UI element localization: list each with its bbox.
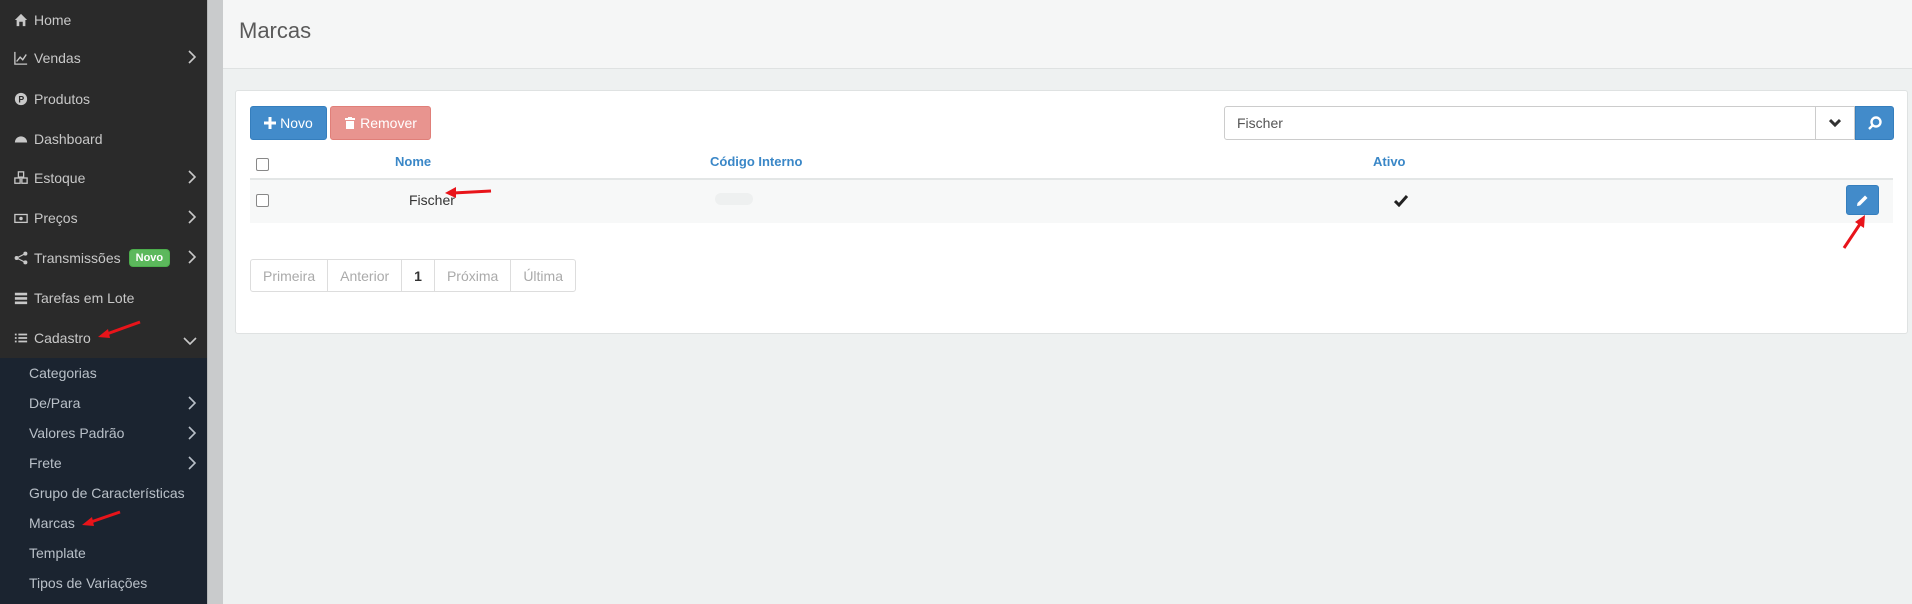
- sidebar-item-transmissoes[interactable]: Transmissões Novo: [0, 238, 207, 278]
- chevron-right-icon: [187, 250, 197, 264]
- cubes-icon: [13, 170, 29, 186]
- sidebar-item-vendas[interactable]: Vendas: [0, 38, 207, 78]
- edit-button[interactable]: [1846, 185, 1879, 215]
- submenu-item-categorias[interactable]: Categorias: [0, 358, 207, 388]
- submenu-item-grupo-de-caracteristicas[interactable]: Grupo de Características: [0, 478, 207, 508]
- sidebar-item-label: Estoque: [34, 170, 86, 186]
- trash-icon: [345, 117, 356, 129]
- pagination-last[interactable]: Última: [510, 259, 576, 292]
- pagination: Primeira Anterior 1 Próxima Última: [250, 259, 576, 292]
- submenu-item-label: Template: [29, 545, 86, 561]
- submenu-item-valores-padrao[interactable]: Valores Padrão: [0, 418, 207, 448]
- sidebar-item-label: Vendas: [34, 50, 81, 66]
- sidebar-item-dashboard[interactable]: Dashboard: [0, 119, 207, 159]
- chevron-right-icon: [187, 170, 197, 184]
- submenu-item-de-para[interactable]: De/Para: [0, 388, 207, 418]
- sidebar-scrollbar[interactable]: [207, 0, 223, 604]
- check-icon: [1393, 194, 1409, 208]
- annotation-arrow-marcas: [82, 510, 121, 526]
- submenu-item-label: Marcas: [29, 515, 75, 531]
- search-button[interactable]: [1855, 106, 1894, 140]
- sidebar-item-tarefas-em-lote[interactable]: Tarefas em Lote: [0, 278, 207, 318]
- annotation-arrow-cadastro: [98, 320, 141, 338]
- pagination-previous[interactable]: Anterior: [327, 259, 403, 292]
- pagination-first[interactable]: Primeira: [250, 259, 329, 292]
- submenu-item-label: Categorias: [29, 365, 97, 381]
- plus-icon: [264, 117, 277, 129]
- svg-text:P: P: [18, 95, 24, 105]
- submenu-item-label: De/Para: [29, 395, 81, 411]
- submenu-item-template[interactable]: Template: [0, 538, 207, 568]
- pagination-next[interactable]: Próxima: [433, 259, 512, 292]
- submenu-item-label: Tipos de Variações: [29, 575, 148, 591]
- sidebar-item-label: Tarefas em Lote: [34, 290, 135, 306]
- list-icon: [13, 330, 29, 346]
- chevron-down-icon: [183, 333, 197, 346]
- search-input[interactable]: [1224, 106, 1817, 140]
- annotation-arrow-edit: [1842, 215, 1865, 249]
- sidebar-item-precos[interactable]: Preços: [0, 198, 207, 238]
- sidebar-item-produtos[interactable]: P Produtos: [0, 79, 207, 119]
- search-options-dropdown[interactable]: [1815, 106, 1855, 140]
- column-header-ativo[interactable]: Ativo: [1373, 154, 1406, 169]
- new-button[interactable]: Novo: [250, 106, 327, 140]
- chevron-right-icon: [187, 210, 197, 224]
- chevron-right-icon: [187, 396, 197, 410]
- home-icon: [13, 12, 29, 28]
- chevron-right-icon: [187, 50, 197, 64]
- page-title: Marcas: [239, 18, 312, 43]
- sidebar-item-label: Dashboard: [34, 131, 103, 147]
- column-header-nome[interactable]: Nome: [395, 154, 431, 169]
- money-icon: [13, 210, 29, 226]
- column-header-codigo-interno[interactable]: Código Interno: [710, 154, 802, 169]
- row-checkbox[interactable]: [256, 194, 269, 207]
- pencil-icon: [1857, 195, 1868, 206]
- select-all-checkbox[interactable]: [256, 158, 269, 171]
- sidebar-item-home[interactable]: Home: [0, 0, 207, 40]
- chart-line-icon: [13, 50, 29, 66]
- cell-codigo-interno: [715, 193, 753, 205]
- sidebar-item-label: Transmissões: [34, 250, 121, 266]
- chevron-right-icon: [187, 426, 197, 440]
- tasks-icon: [13, 290, 29, 306]
- remove-button[interactable]: Remover: [330, 106, 431, 140]
- pagination-current-page[interactable]: 1: [401, 259, 435, 292]
- new-button-label: Novo: [280, 115, 313, 131]
- sidebar-item-estoque[interactable]: Estoque: [0, 158, 207, 198]
- chevron-right-icon: [187, 456, 197, 470]
- sidebar-item-label: Home: [34, 12, 72, 28]
- chevron-down-icon: [1829, 118, 1841, 128]
- product-icon: P: [13, 91, 29, 107]
- sidebar-item-label: Produtos: [34, 91, 91, 107]
- sidebar-item-label: Cadastro: [34, 330, 91, 346]
- table-row[interactable]: Fischer: [250, 180, 1893, 223]
- submenu-item-frete[interactable]: Frete: [0, 448, 207, 478]
- annotation-arrow-fischer: [445, 187, 492, 198]
- dashboard-icon: [13, 131, 29, 147]
- page-header: Marcas: [223, 0, 1912, 69]
- submenu-item-label: Frete: [29, 455, 62, 471]
- remove-button-label: Remover: [360, 115, 417, 131]
- submenu-item-tipos-de-variacoes[interactable]: Tipos de Variações: [0, 568, 207, 598]
- new-badge: Novo: [128, 249, 171, 267]
- submenu-item-label: Grupo de Características: [29, 485, 185, 501]
- share-icon: [13, 250, 29, 266]
- cadastro-submenu: Categorias De/Para Valores Padrão Frete …: [0, 358, 207, 604]
- submenu-item-label: Valores Padrão: [29, 425, 125, 441]
- sidebar-item-label: Preços: [34, 210, 78, 226]
- content-panel: Novo Remover Nome Código Interno Ativo F…: [235, 90, 1908, 334]
- search-icon: [1867, 116, 1882, 130]
